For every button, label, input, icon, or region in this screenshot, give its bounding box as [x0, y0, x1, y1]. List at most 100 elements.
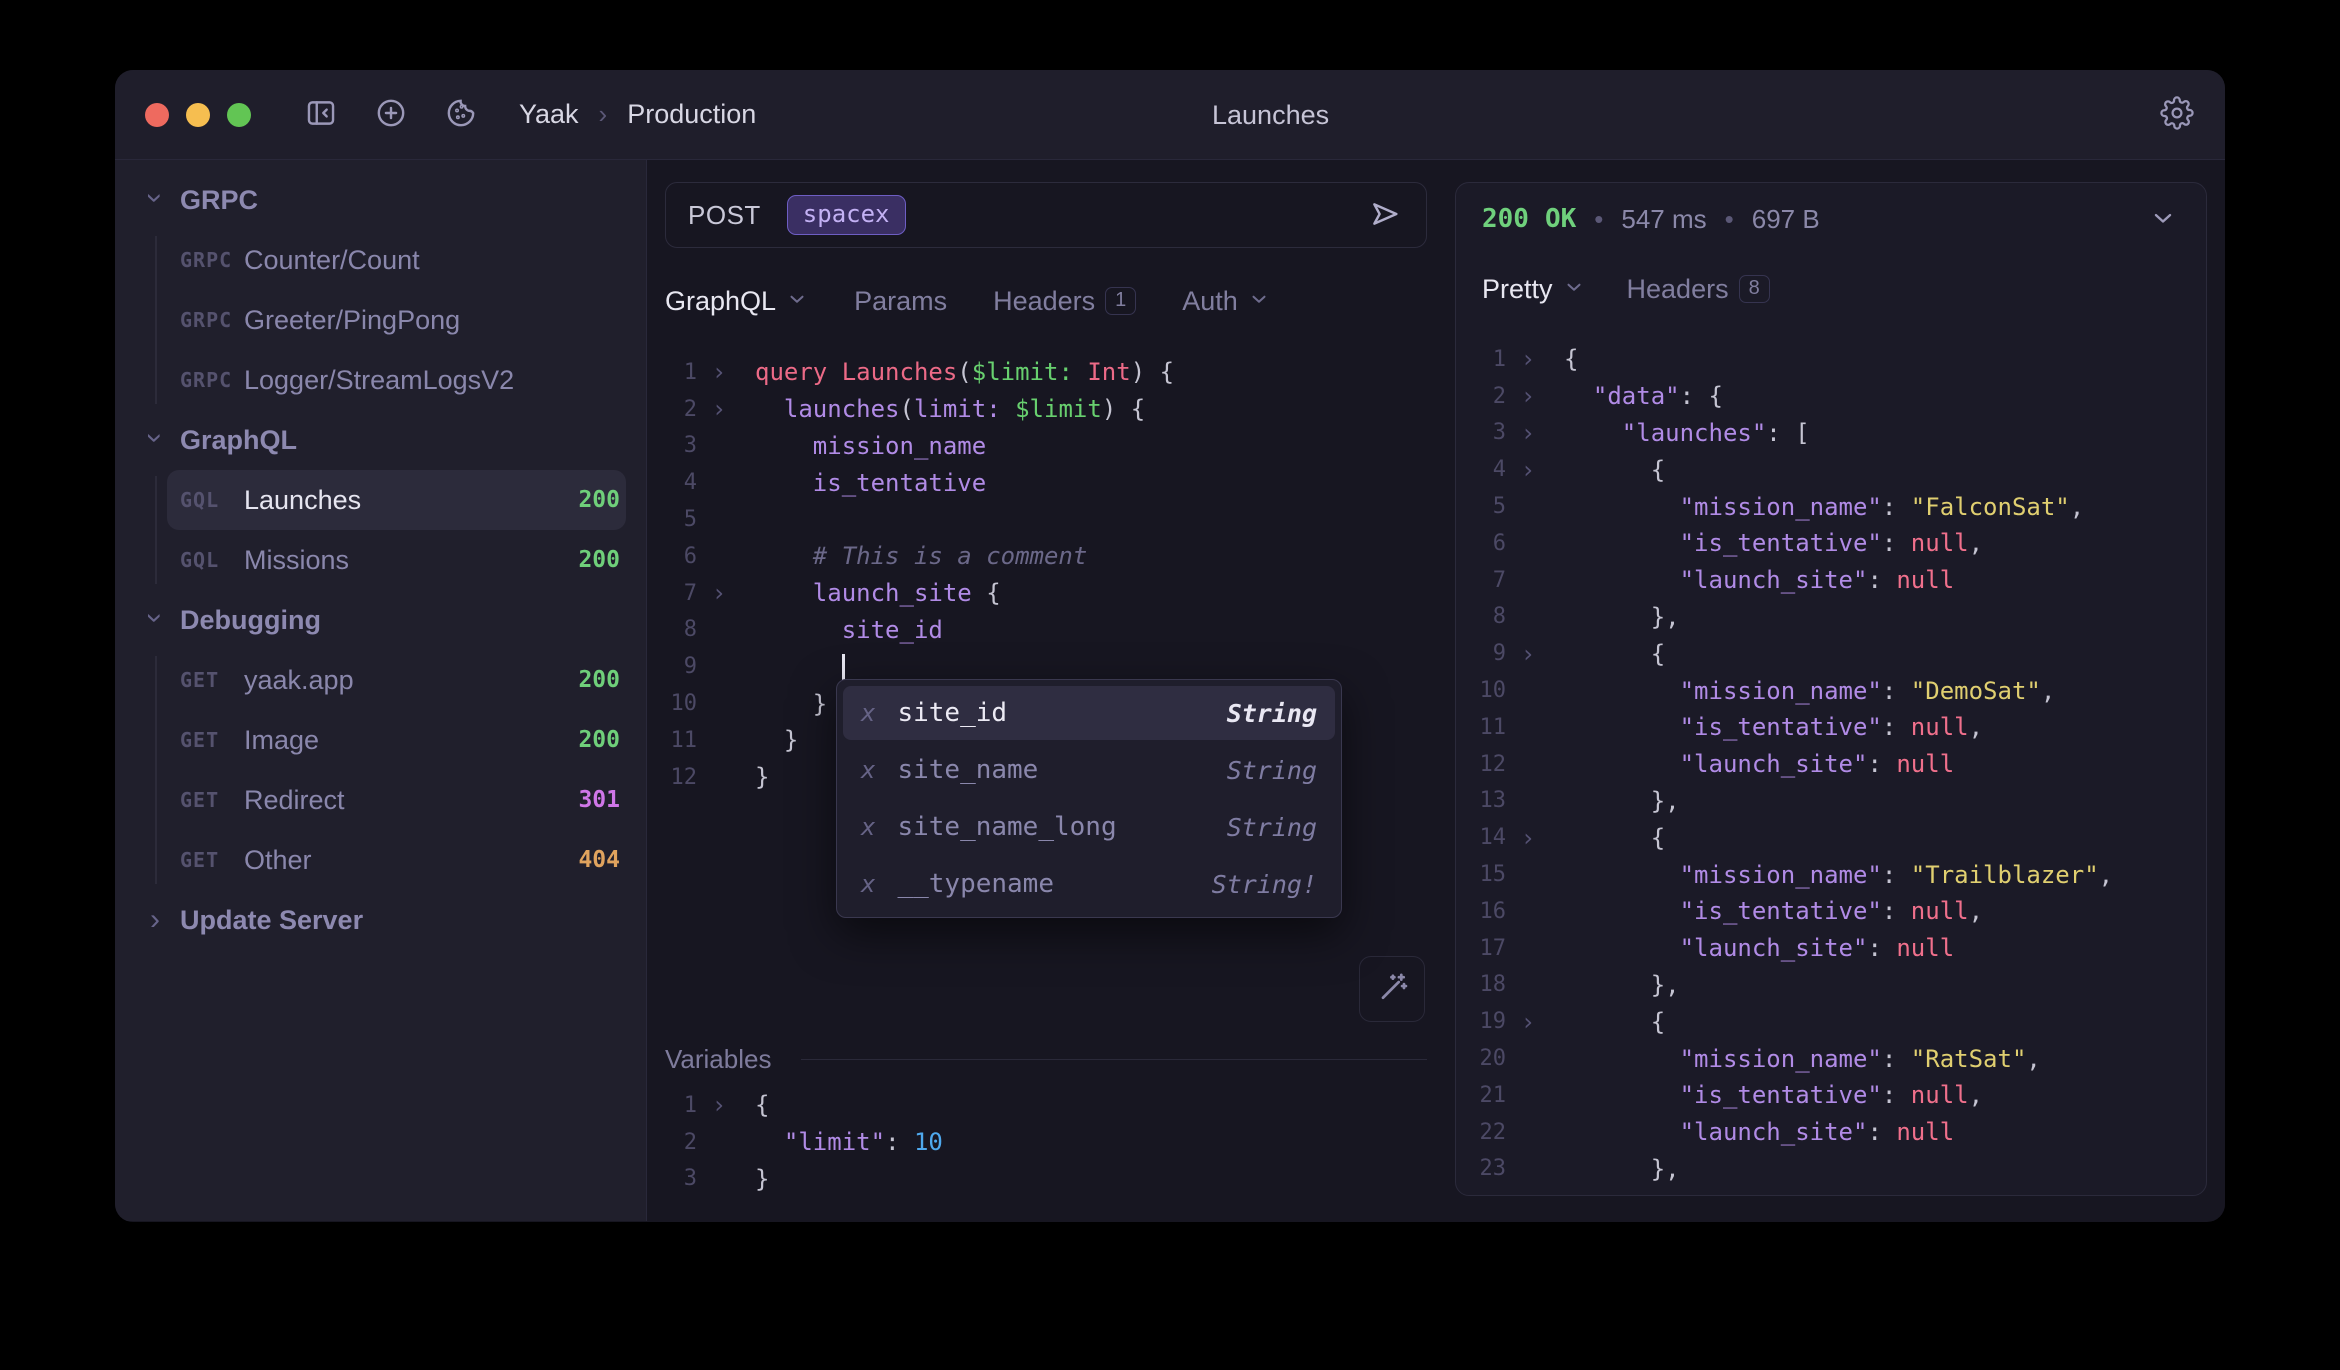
line-number: 4	[1456, 457, 1506, 482]
fold-icon[interactable]: ›	[697, 360, 741, 384]
code-line: 17 "launch_site": null	[1456, 930, 2206, 967]
autocomplete-item-site-id[interactable]: xsite_idString	[843, 686, 1335, 740]
line-number: 24	[1456, 1193, 1506, 1196]
code-line: 3› "launches": [	[1456, 415, 2206, 452]
settings-button[interactable]	[2159, 97, 2195, 133]
send-icon	[1368, 197, 1402, 234]
method-badge: GET	[180, 788, 244, 812]
line-number: 7	[1456, 568, 1506, 593]
sidebar-item-missions[interactable]: GQLMissions200	[167, 530, 626, 590]
field-type: String	[1227, 756, 1317, 785]
method-badge: GQL	[180, 488, 244, 512]
sidebar-item-logger-streamlogsv2[interactable]: GRPCLogger/StreamLogsV2	[167, 350, 626, 410]
tab-headers[interactable]: Headers1	[993, 286, 1136, 317]
line-number: 13	[1456, 788, 1506, 813]
line-number: 2	[647, 1130, 697, 1155]
sidebar-toggle-icon	[304, 96, 338, 133]
cookie-icon	[444, 96, 478, 133]
line-number: 19	[1456, 1009, 1506, 1034]
field-type: String	[1227, 699, 1317, 728]
maximize-window-button[interactable]	[227, 103, 251, 127]
response-size: 697 B	[1752, 204, 1820, 235]
code-line: 1›{	[647, 1087, 1437, 1124]
code-line: 3 mission_name	[647, 428, 1437, 465]
fold-icon[interactable]: ›	[1506, 458, 1550, 482]
fold-icon[interactable]: ›	[1506, 1010, 1550, 1034]
response-body-viewer[interactable]: 1›{2› "data": {3› "launches": [4› {5 "mi…	[1456, 341, 2206, 1196]
line-number: 6	[1456, 531, 1506, 556]
chevron-down-icon: ›	[140, 186, 170, 210]
sidebar-item-image[interactable]: GETImage200	[167, 710, 626, 770]
settings-gear-icon	[2160, 96, 2194, 133]
sidebar-item-launches[interactable]: GQLLaunches200	[167, 470, 626, 530]
magic-wand-icon	[1374, 970, 1410, 1009]
code-line: 4› {	[1456, 451, 2206, 488]
line-number: 23	[1456, 1156, 1506, 1181]
sidebar-item-yaak-app[interactable]: GETyaak.app200	[167, 650, 626, 710]
send-button[interactable]	[1366, 196, 1404, 234]
text-cursor	[842, 654, 845, 681]
sidebar-item-counter-count[interactable]: GRPCCounter/Count	[167, 230, 626, 290]
autocomplete-item-site-name-long[interactable]: xsite_name_longString	[843, 800, 1335, 854]
minimize-window-button[interactable]	[186, 103, 210, 127]
fold-icon[interactable]: ›	[697, 581, 741, 605]
line-number: 10	[647, 691, 697, 716]
line-number: 1	[647, 360, 697, 385]
sidebar-item-greeter-pingpong[interactable]: GRPCGreeter/PingPong	[167, 290, 626, 350]
workspace-name[interactable]: Production	[627, 99, 756, 130]
fold-icon[interactable]: ›	[1506, 347, 1550, 371]
format-button[interactable]	[1359, 956, 1425, 1022]
fold-icon[interactable]: ›	[697, 397, 741, 421]
sidebar-section-update-server[interactable]: ›Update Server	[115, 890, 646, 950]
sidebar-toggle-button[interactable]	[303, 97, 339, 133]
sidebar-item-other[interactable]: GETOther404	[167, 830, 626, 890]
status-badge: 200	[578, 547, 620, 573]
close-window-button[interactable]	[145, 103, 169, 127]
variables-editor[interactable]: 1›{2 "limit": 103}	[647, 1087, 1437, 1197]
collapse-response-button[interactable]	[2146, 202, 2180, 236]
url-bar[interactable]: POST spacex	[665, 182, 1427, 248]
fold-icon[interactable]: ›	[1506, 384, 1550, 408]
field-icon: x	[861, 870, 875, 898]
line-number: 6	[647, 544, 697, 569]
line-number: 2	[647, 397, 697, 422]
plus-circle-icon	[374, 96, 408, 133]
tab-graphql[interactable]: GraphQL	[665, 286, 808, 317]
line-number: 17	[1456, 936, 1506, 961]
field-type: String!	[1212, 870, 1317, 899]
line-number: 12	[1456, 752, 1506, 777]
fold-icon[interactable]: ›	[1506, 642, 1550, 666]
line-number: 20	[1456, 1046, 1506, 1071]
app-name[interactable]: Yaak	[519, 99, 579, 130]
response-tab-headers[interactable]: Headers8	[1627, 274, 1770, 305]
tab-auth[interactable]: Auth	[1182, 286, 1270, 317]
chevron-down-icon	[1248, 286, 1270, 317]
status-text: OK	[1545, 204, 1576, 234]
url-template-badge[interactable]: spacex	[787, 195, 906, 235]
line-number: 7	[647, 581, 697, 606]
autocomplete-item-site-name[interactable]: xsite_nameString	[843, 743, 1335, 797]
separator-dot: •	[1594, 204, 1603, 235]
new-request-button[interactable]	[373, 97, 409, 133]
status-badge: 404	[578, 847, 620, 873]
line-number: 12	[647, 765, 697, 790]
sidebar-item-redirect[interactable]: GETRedirect301	[167, 770, 626, 830]
sidebar-section-graphql[interactable]: ›GraphQL	[115, 410, 646, 470]
line-number: 9	[1456, 641, 1506, 666]
tab-params[interactable]: Params	[854, 286, 947, 317]
sidebar-section-grpc[interactable]: ›GRPC	[115, 170, 646, 230]
sidebar-section-debugging[interactable]: ›Debugging	[115, 590, 646, 650]
cookie-button[interactable]	[443, 97, 479, 133]
response-duration: 547 ms	[1621, 204, 1706, 235]
fold-icon[interactable]: ›	[1506, 826, 1550, 850]
response-tab-pretty[interactable]: Pretty	[1482, 274, 1585, 305]
autocomplete-item-typename[interactable]: x__typenameString!	[843, 857, 1335, 911]
fold-icon[interactable]: ›	[697, 1093, 741, 1117]
autocomplete-popup: xsite_idStringxsite_nameStringxsite_name…	[836, 679, 1342, 918]
fold-icon[interactable]: ›	[1506, 1194, 1550, 1196]
code-line: 10 "mission_name": "DemoSat",	[1456, 672, 2206, 709]
line-number: 3	[647, 1166, 697, 1191]
field-icon: x	[861, 813, 875, 841]
code-line: 21 "is_tentative": null,	[1456, 1077, 2206, 1114]
fold-icon[interactable]: ›	[1506, 421, 1550, 445]
